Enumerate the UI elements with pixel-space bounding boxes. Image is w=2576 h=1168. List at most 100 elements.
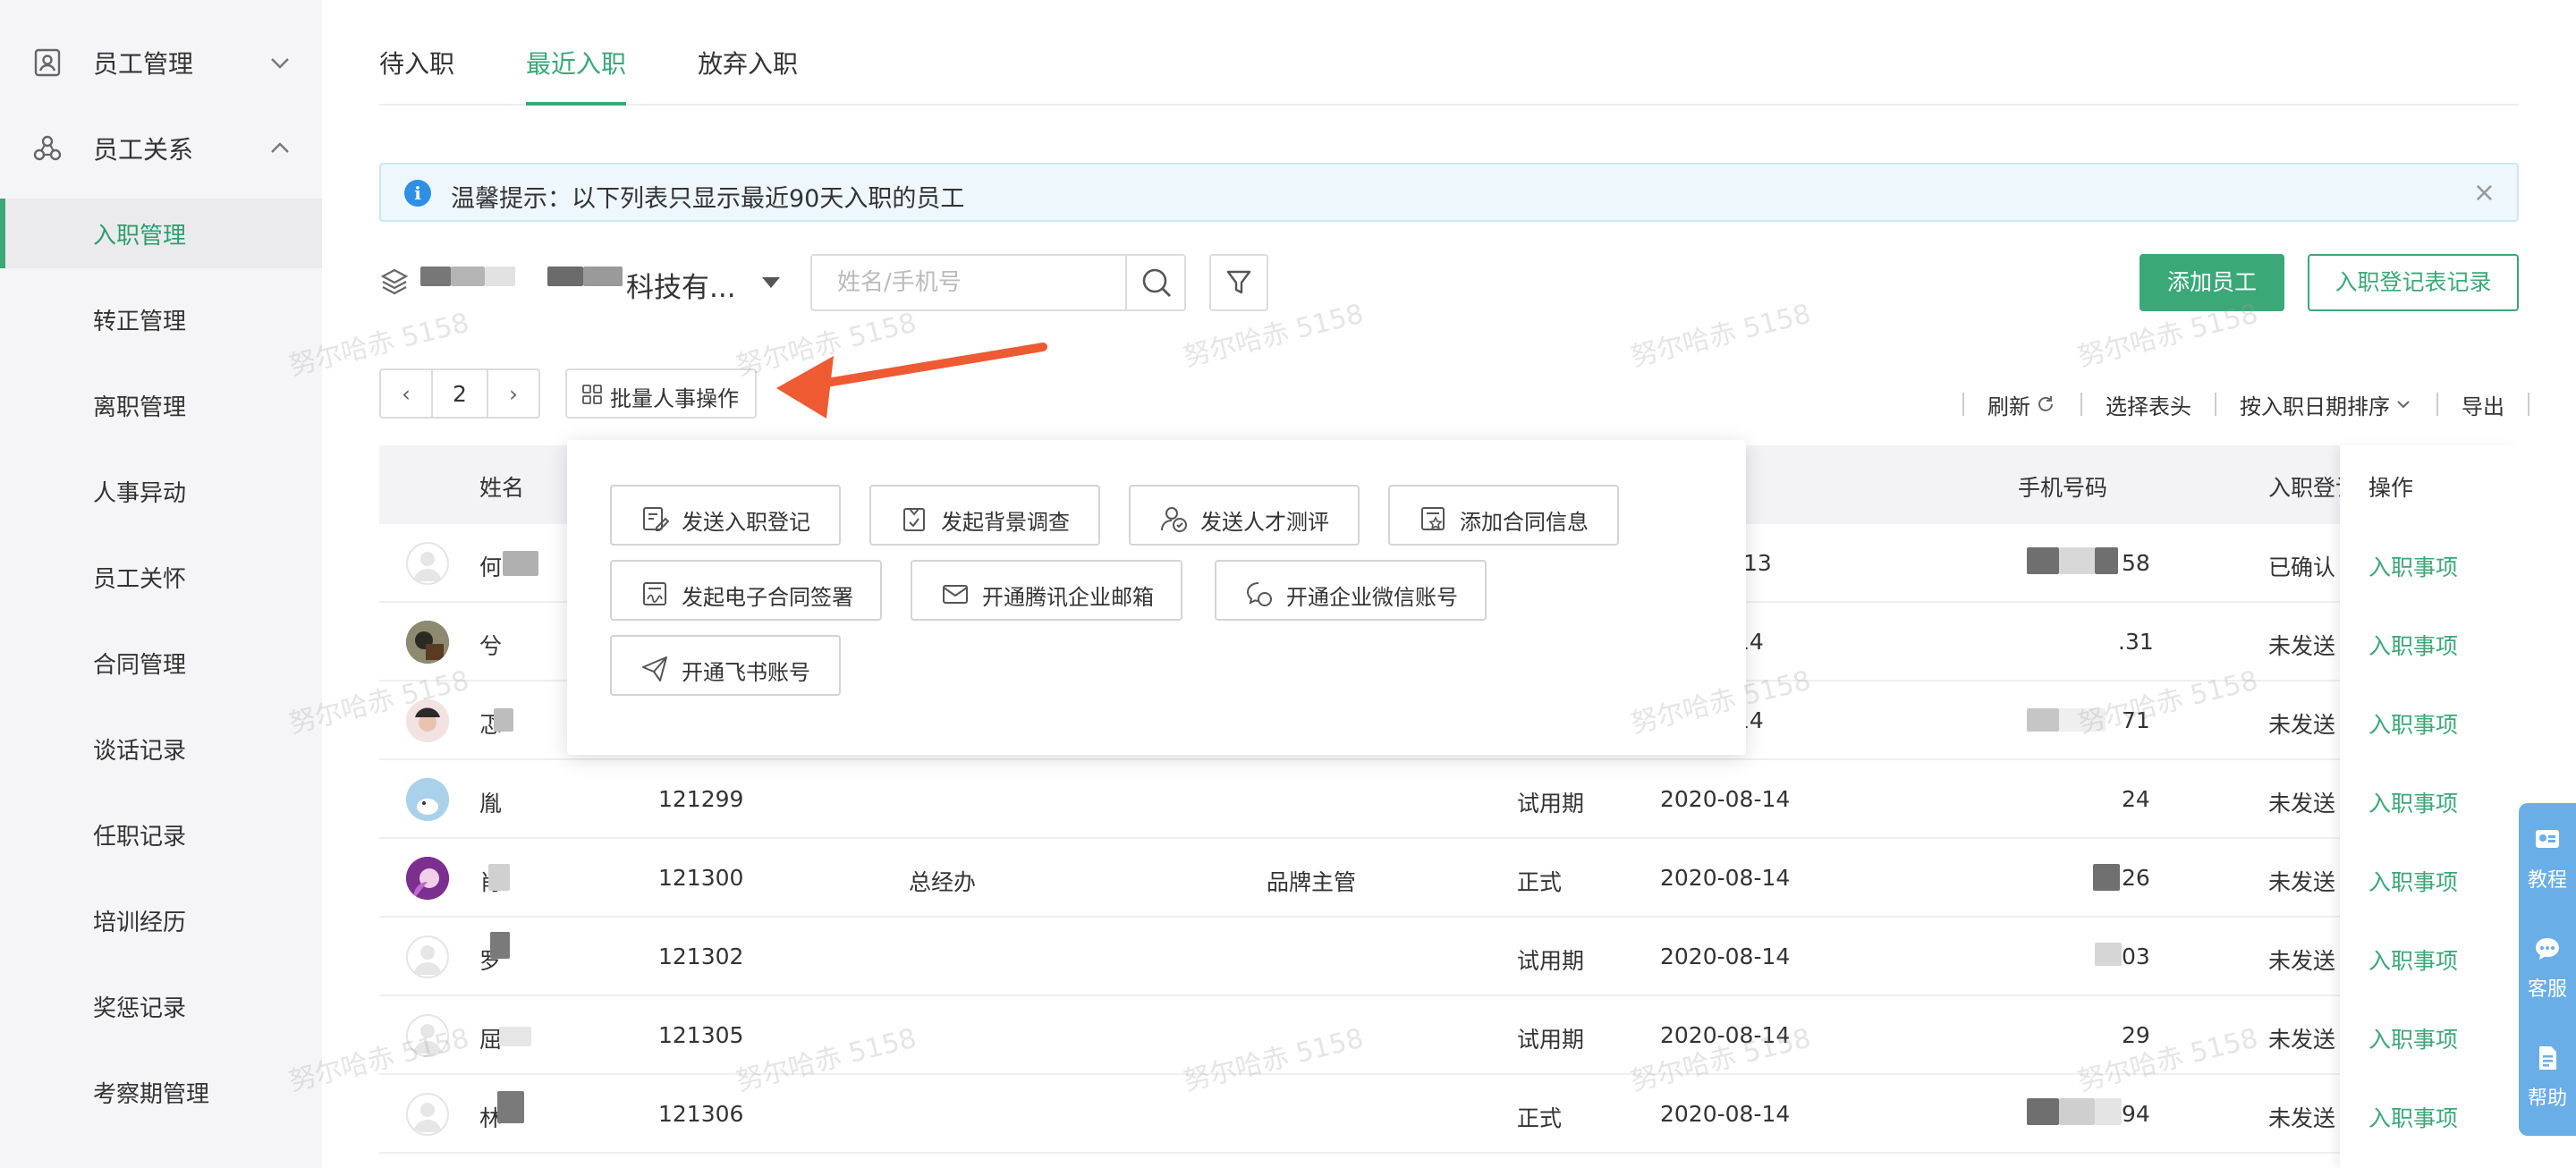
cell-register: 未发送	[2268, 791, 2336, 817]
table-row[interactable]: 肖 121300 总经办 品牌主管 正式 2020-08-14 26 未发送	[379, 839, 2519, 918]
sidebar-item-contracts[interactable]: 合同管理	[0, 628, 322, 698]
tab-pending[interactable]: 待入职	[379, 45, 454, 106]
person-card-icon	[34, 48, 61, 77]
divider	[2080, 393, 2082, 416]
cell-date: 2020-08-14	[1660, 1022, 1791, 1048]
prev-page-button[interactable]: ‹	[381, 370, 431, 417]
tutorial-label: 教程	[2527, 869, 2567, 892]
tab-abandoned[interactable]: 放弃入职	[698, 45, 798, 106]
customer-service-button[interactable]: 客服	[2519, 923, 2576, 1021]
form-records-button[interactable]: 入职登记表记录	[2308, 254, 2519, 311]
onboarding-items-link[interactable]: 入职事项	[2368, 786, 2458, 818]
talent-assessment-button[interactable]: 发送人才测评	[1129, 485, 1360, 546]
cell-date: 2020-08-14	[1660, 786, 1791, 812]
redacted-block	[488, 864, 510, 891]
sidebar-group-employee-relations[interactable]: 员工关系	[0, 106, 322, 191]
sidebar-item-regularization[interactable]: 转正管理	[0, 284, 322, 354]
close-icon[interactable]: ×	[2473, 177, 2496, 208]
org-name: 科技有...	[626, 272, 736, 304]
divider	[2528, 393, 2529, 416]
avatar	[406, 699, 449, 742]
onboarding-items-link[interactable]: 入职事项	[2368, 707, 2458, 740]
header-op: 操作	[2368, 475, 2414, 501]
cell-id: 121306	[658, 1101, 744, 1127]
export-button[interactable]: 导出	[2462, 389, 2504, 420]
cell-date: 2020-08-14	[1660, 1101, 1791, 1127]
redacted-block	[2059, 708, 2106, 732]
sidebar-item-training[interactable]: 培训经历	[0, 885, 322, 955]
table-row[interactable]: 屈 121305 试用期 2020-08-14 29 未发送	[379, 996, 2519, 1075]
redacted-block	[2027, 708, 2059, 732]
tab-recent[interactable]: 最近入职	[526, 45, 627, 106]
avatar	[406, 857, 449, 900]
table-row[interactable]: 罗 121302 试用期 2020-08-14 03 未发送	[379, 918, 2519, 996]
people-relation-icon	[33, 135, 62, 161]
cell-phone: 94	[2122, 1101, 2150, 1127]
add-employee-button[interactable]: 添加员工	[2140, 254, 2284, 311]
header-name[interactable]: 姓名	[479, 470, 524, 503]
search-button[interactable]	[1125, 256, 1184, 309]
customer-service-label: 客服	[2527, 978, 2567, 1001]
cell-name: 胤	[479, 791, 503, 817]
redacted-block	[503, 551, 538, 576]
sidebar-item-onboarding[interactable]: 入职管理	[0, 199, 322, 268]
cell-id: 121302	[658, 944, 744, 969]
select-header-button[interactable]: 选择表头	[2106, 389, 2191, 420]
redacted-block	[2027, 547, 2059, 574]
wechat-work-button[interactable]: 开通企业微信账号	[1215, 560, 1487, 621]
onboarding-items-link[interactable]: 入职事项	[2368, 865, 2458, 897]
redacted-block	[499, 1027, 531, 1046]
cell-status: 试用期	[1517, 1027, 1585, 1053]
chevron-down-icon	[2397, 401, 2410, 409]
sort-dropdown[interactable]: 按入职日期排序	[2240, 389, 2413, 420]
divider	[1962, 393, 1964, 416]
cell-id: 121300	[658, 865, 744, 891]
sidebar-item-care[interactable]: 员工关怀	[0, 542, 322, 612]
filter-button[interactable]	[1209, 254, 1268, 311]
form-edit-icon	[643, 507, 669, 531]
sidebar-item-probation[interactable]: 考察期管理	[0, 1057, 322, 1127]
next-page-button[interactable]: ›	[488, 370, 538, 417]
action-label: 发起电子合同签署	[682, 585, 853, 610]
cell-id: 121299	[658, 786, 744, 812]
mail-icon	[943, 585, 968, 604]
batch-operation-label: 批量人事操作	[610, 386, 739, 411]
tencent-email-button[interactable]: 开通腾讯企业邮箱	[911, 560, 1182, 621]
table-row[interactable]: 林 121306 正式 2020-08-14 94 未发送	[379, 1075, 2519, 1154]
cell-register: 未发送	[2268, 1105, 2336, 1131]
current-page[interactable]: 2	[431, 370, 488, 417]
chevron-down-icon	[271, 58, 289, 69]
tutorial-button[interactable]: 教程	[2519, 814, 2576, 912]
header-phone[interactable]: 手机号码	[2018, 470, 2107, 503]
onboarding-items-link[interactable]: 入职事项	[2368, 550, 2458, 582]
add-contract-button[interactable]: 添加合同信息	[1388, 485, 1619, 546]
table-row[interactable]: 胤 121299 试用期 2020-08-14 24 未发送	[379, 760, 2519, 839]
help-button[interactable]: 帮助	[2519, 1032, 2576, 1130]
sidebar-item-talks[interactable]: 谈话记录	[0, 714, 322, 783]
feishu-account-button[interactable]: 开通飞书账号	[610, 635, 841, 696]
search-input[interactable]	[812, 256, 1127, 309]
sidebar-item-resignation[interactable]: 离职管理	[0, 370, 322, 440]
cell-date: 2020-08-14	[1660, 865, 1791, 891]
refresh-button[interactable]: 刷新	[1987, 389, 2057, 420]
cell-register: 未发送	[2268, 948, 2336, 974]
document-icon	[2539, 1046, 2556, 1070]
sidebar-item-transfer[interactable]: 人事异动	[0, 456, 322, 526]
e-contract-sign-button[interactable]: 发起电子合同签署	[610, 560, 882, 621]
onboarding-items-link[interactable]: 入职事项	[2368, 1101, 2458, 1133]
avatar	[406, 1014, 449, 1057]
batch-operation-button[interactable]: 批量人事操作	[565, 368, 757, 419]
cell-status: 正式	[1517, 869, 1563, 895]
cell-phone: 58	[2122, 550, 2150, 576]
cell-register: 未发送	[2268, 869, 2336, 895]
cell-register: 未发送	[2268, 633, 2336, 659]
sidebar-item-appointments[interactable]: 任职记录	[0, 800, 322, 869]
sidebar-item-rewards[interactable]: 奖惩记录	[0, 971, 322, 1041]
onboarding-items-link[interactable]: 入职事项	[2368, 944, 2458, 976]
org-selector[interactable]: 科技有...	[379, 258, 791, 308]
send-onboarding-form-button[interactable]: 发送入职登记	[610, 485, 841, 546]
background-check-button[interactable]: 发起背景调查	[869, 485, 1100, 546]
onboarding-items-link[interactable]: 入职事项	[2368, 1022, 2458, 1054]
onboarding-items-link[interactable]: 入职事项	[2368, 629, 2458, 661]
sidebar-group-employee-management[interactable]: 员工管理	[0, 20, 322, 106]
